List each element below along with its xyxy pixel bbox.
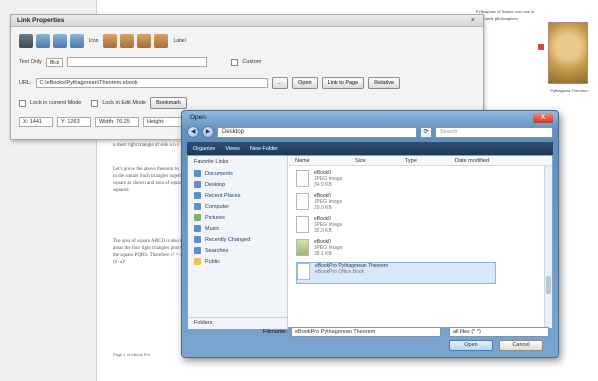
bookmark-button[interactable]: Bookmark [150, 97, 187, 109]
y-field[interactable]: Y: 1263 [57, 117, 91, 127]
link-toolbar: Icon Label [19, 31, 188, 51]
navigation-bar: ◀ ▶ Desktop ⟳ Search [187, 125, 553, 139]
file-item[interactable]: eBook0 JPEG Image 38.1 KB [296, 239, 496, 261]
favorites-header: Favorite Links [194, 159, 229, 165]
scrollbar-thumb[interactable] [546, 276, 551, 294]
favorite-desktop[interactable]: Desktop [188, 179, 287, 190]
search-icon [194, 247, 201, 254]
right-panel-text: Pythagoras of Samos was one of the Greek… [476, 9, 535, 21]
vertical-scrollbar[interactable] [544, 166, 552, 328]
url-label: URL: [19, 80, 32, 86]
forward-icon[interactable]: ▶ [202, 126, 214, 138]
coordinates-row: X: 1441 Y: 1263 Width: 76.25 Height: [19, 117, 187, 127]
favorite-public[interactable]: Public [188, 256, 287, 267]
page-icon[interactable] [53, 34, 67, 48]
tool-icon[interactable] [19, 34, 33, 48]
favorite-pictures[interactable]: Pictures [188, 212, 287, 223]
folder-icon [194, 170, 201, 177]
custom-checkbox[interactable] [231, 58, 239, 66]
music-icon [194, 225, 201, 232]
link-type-row: Text Only Blck Custom [19, 57, 261, 67]
filename-input[interactable]: eBookPro Pythagorean Theorem [291, 327, 441, 337]
portrait-caption: Pythagoras Theorem [550, 88, 588, 93]
dialog-title: Open [190, 114, 206, 121]
open-button[interactable]: Open [449, 340, 493, 351]
link-type-label: Text Only [19, 59, 42, 65]
document-footer: Page 1 of eBook Pro [113, 352, 150, 357]
desktop-icon [194, 181, 201, 188]
favorite-documents[interactable]: Documents [188, 168, 287, 179]
file-item[interactable]: eBook0 JPEG Image 29.0 KB [296, 193, 496, 215]
column-type[interactable]: Type [399, 156, 449, 165]
x-field[interactable]: X: 1441 [19, 117, 53, 127]
ebook-file-icon [297, 263, 310, 280]
clock-icon [194, 236, 201, 243]
computer-icon [194, 203, 201, 210]
relative-button[interactable]: Relative [368, 77, 401, 89]
new-folder-button[interactable]: New Folder [250, 146, 278, 152]
favorite-recently-changed[interactable]: Recently Changed [188, 234, 287, 245]
lock-current-checkbox[interactable] [19, 99, 26, 107]
organize-menu[interactable]: Organize [193, 146, 215, 152]
book-style-icon[interactable] [137, 34, 152, 48]
favorite-music[interactable]: Music [188, 223, 287, 234]
refresh-icon[interactable]: ⟳ [420, 126, 432, 138]
file-thumbnail-icon [296, 216, 309, 233]
file-thumbnail-icon [296, 239, 309, 256]
close-button[interactable]: X [533, 113, 553, 123]
views-menu[interactable]: Views [225, 146, 240, 152]
book-icon[interactable] [36, 34, 50, 48]
favorite-computer[interactable]: Computer [188, 201, 287, 212]
dialog-footer: Filename: eBookPro Pythagorean Theorem a… [187, 326, 553, 352]
dialog-title: Link Properties [11, 15, 483, 27]
column-name[interactable]: Name [289, 156, 349, 165]
link-text-input[interactable] [67, 57, 208, 67]
recent-icon [194, 192, 201, 199]
book-style-icon[interactable] [154, 34, 169, 48]
filetype-select[interactable]: all files (*.*) [449, 327, 549, 337]
search-input[interactable]: Search [435, 126, 553, 138]
url-input[interactable]: C:\eBooks\Pythagorean\Theorem.ebook [35, 78, 268, 88]
close-icon[interactable]: × [471, 17, 475, 24]
favorites-pane: Favorite Links Documents Desktop Recent … [188, 156, 288, 329]
book-style-icon[interactable] [103, 34, 118, 48]
column-headers: Name Size Type Date modified [289, 156, 552, 166]
lock-row: Lock in current Mode Lock in Edit Mode B… [19, 97, 187, 109]
file-thumbnail-icon [296, 170, 309, 187]
book-style-icon[interactable] [120, 34, 135, 48]
url-row: URL: C:\eBooks\Pythagorean\Theorem.ebook… [19, 77, 401, 89]
column-size[interactable]: Size [349, 156, 399, 165]
browse-button[interactable]: ... [271, 77, 289, 89]
lock-edit-label: Lock in Edit Mode [102, 100, 147, 106]
file-thumbnail-icon [296, 193, 309, 210]
portrait-image [548, 22, 588, 84]
document-icon[interactable] [70, 34, 84, 48]
dialog-body: Favorite Links Documents Desktop Recent … [187, 155, 553, 329]
column-date[interactable]: Date modified [449, 156, 495, 165]
open-file-dialog: Open X ◀ ▶ Desktop ⟳ Search Organize Vie… [181, 110, 559, 358]
file-item-selected[interactable]: eBookPro Pythagorean Theorem eBookPro Off… [296, 262, 496, 284]
cancel-button[interactable]: Cancel [499, 340, 543, 351]
bookmark-marker[interactable] [538, 44, 544, 50]
favorite-searches[interactable]: Searches [188, 245, 287, 256]
command-toolbar: Organize Views New Folder [187, 142, 553, 155]
favorite-recent-places[interactable]: Recent Places [188, 190, 287, 201]
toolbar-label: Icon [89, 38, 99, 44]
color-select[interactable]: Blck [45, 57, 64, 67]
custom-label: Custom [242, 59, 262, 65]
toolbar-label: Label [173, 38, 186, 44]
folder-icon [194, 258, 201, 265]
lock-edit-checkbox[interactable] [91, 99, 99, 107]
pictures-icon [194, 214, 201, 221]
link-to-page-button[interactable]: Link to Page [321, 77, 365, 89]
width-field[interactable]: Width: 76.25 [95, 117, 139, 127]
file-item[interactable]: eBook0 JPEG Image 32.3 KB [296, 216, 496, 238]
back-icon[interactable]: ◀ [187, 126, 199, 138]
filename-label: Filename: [263, 329, 288, 335]
open-button[interactable]: Open [292, 77, 318, 89]
file-list: eBook0 JPEG Image 34.9 KB eBook0 JPEG Image… [296, 170, 496, 285]
file-item[interactable]: eBook0 JPEG Image 34.9 KB [296, 170, 496, 192]
address-bar[interactable]: Desktop [217, 126, 417, 138]
lock-current-label: Lock in current Mode [30, 100, 82, 106]
